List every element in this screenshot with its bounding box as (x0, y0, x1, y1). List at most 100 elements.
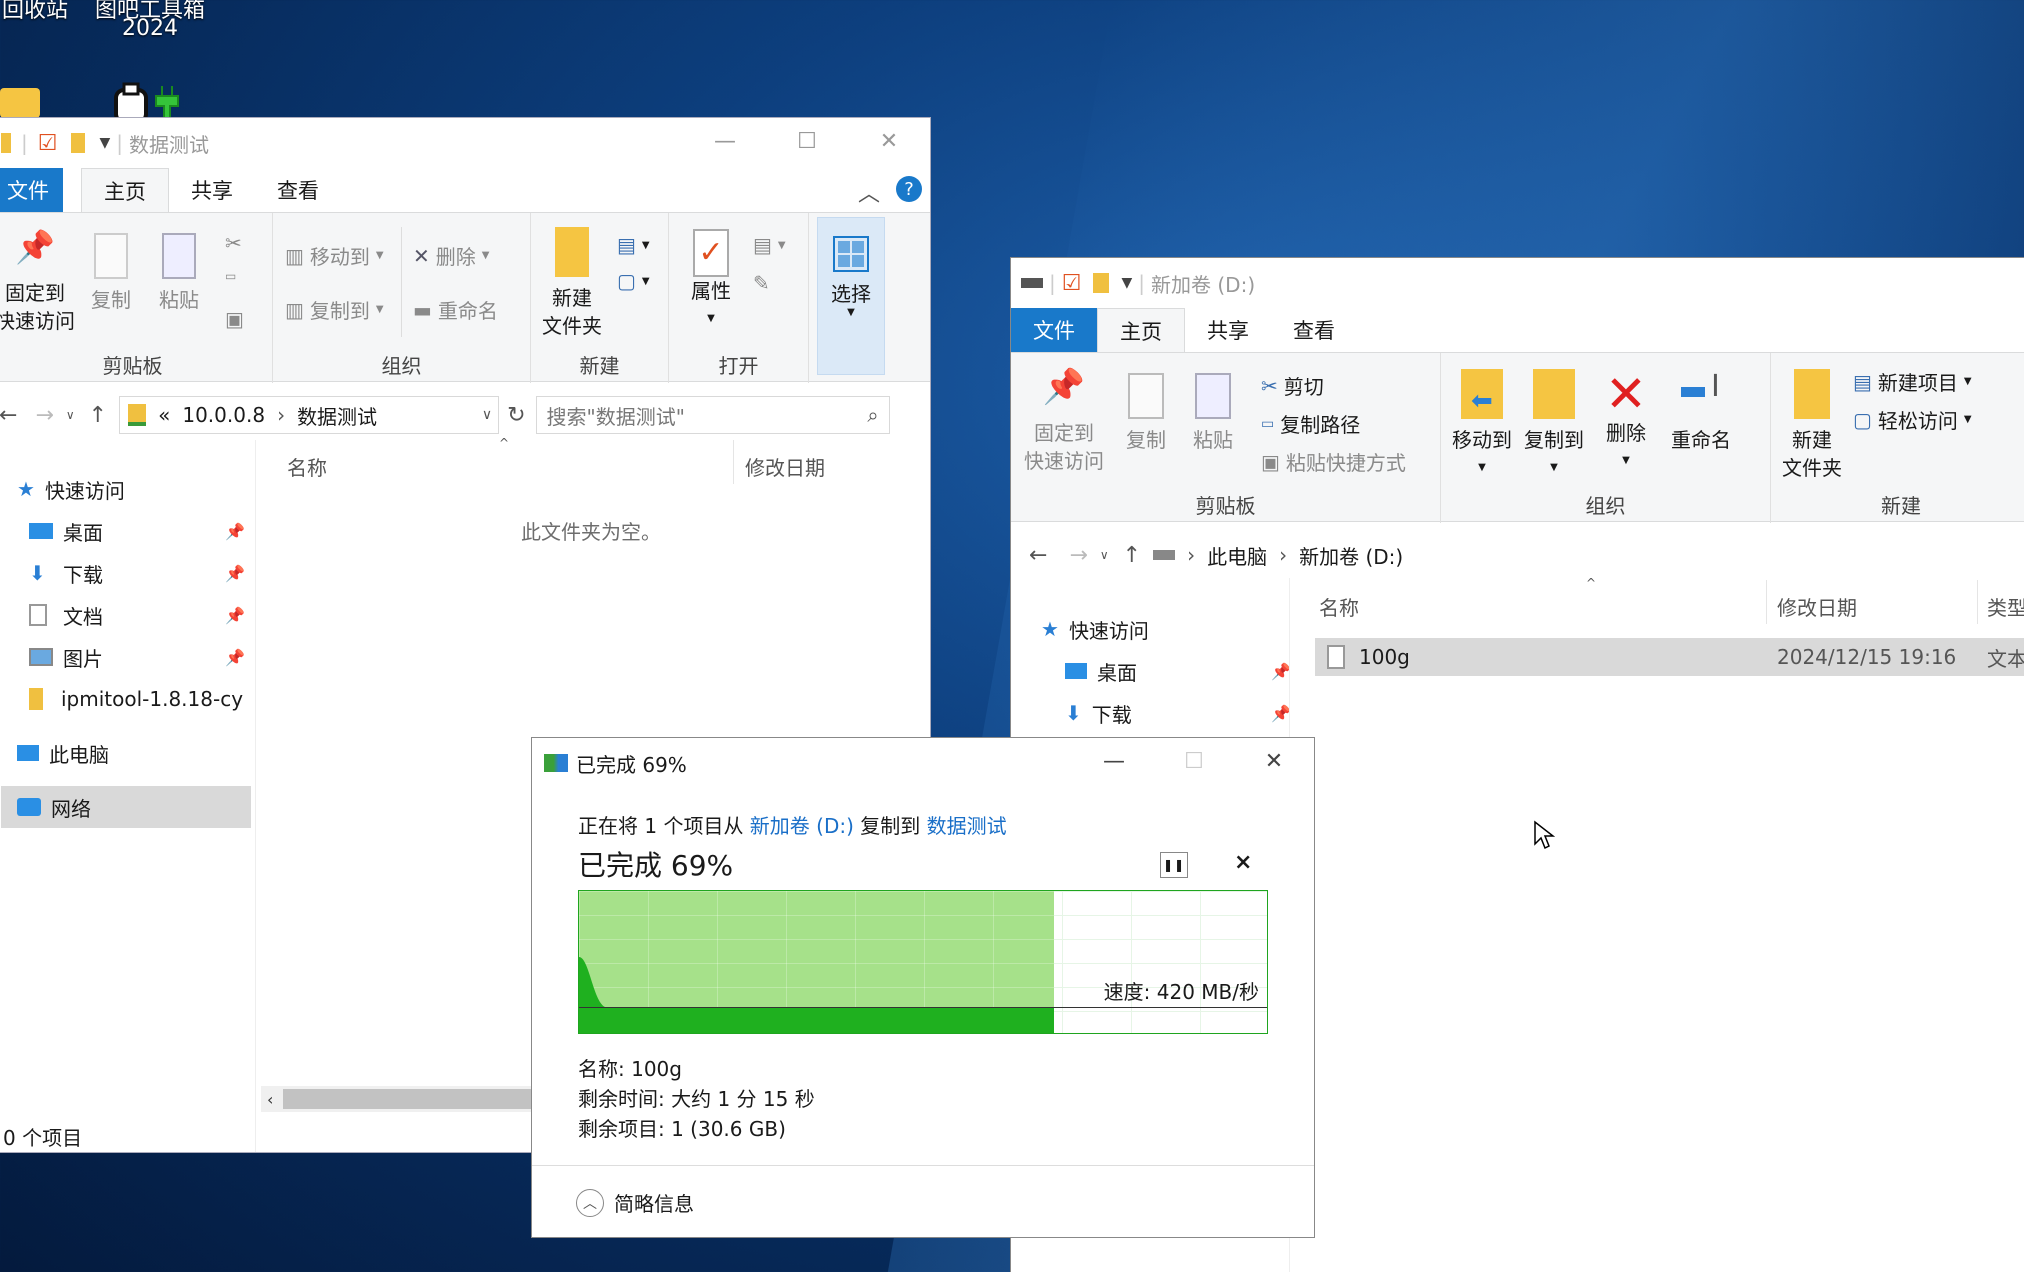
nav-this-pc[interactable]: 此电脑 (1, 732, 251, 774)
copy-to-button[interactable]: ▥ 复制到 ▼ (285, 295, 384, 324)
pin-quick-access-button[interactable]: 📌 固定到 快速访问 (1019, 370, 1109, 475)
new-item-button[interactable]: ▤ ▼ (617, 233, 650, 257)
recent-dropdown-icon[interactable]: ∨ (1100, 548, 1109, 562)
move-to-button[interactable]: ▥ 移动到 ▼ (285, 241, 384, 270)
folder-icon[interactable] (1093, 273, 1110, 293)
breadcrumb-item[interactable]: 新加卷 (D:) (1299, 541, 1403, 570)
title-bar[interactable]: | ☑ ▼ | 新加卷 (D:) (1011, 258, 2024, 308)
column-header-name[interactable]: 名称 (287, 452, 327, 481)
copy-path-button[interactable]: ▭ 复制路径 (1261, 409, 1360, 438)
refresh-icon[interactable]: ↻ (507, 403, 525, 428)
minimize-button[interactable]: — (684, 118, 766, 164)
cut-button[interactable]: ✂ (225, 231, 242, 255)
edit-button[interactable]: ✎ (753, 271, 770, 295)
maximize-button[interactable]: ☐ (1154, 738, 1234, 784)
address-dropdown-icon[interactable]: ∨ (482, 407, 492, 423)
breadcrumb-item[interactable]: 10.0.0.8 (182, 403, 265, 427)
copy-progress-dialog[interactable]: 已完成 69% — ☐ ✕ 正在将 1 个项目从 新加卷 (D:) 复制到 数据… (531, 737, 1315, 1238)
cancel-copy-button[interactable]: × (1234, 850, 1252, 875)
up-icon[interactable]: ↑ (89, 403, 107, 428)
minimize-button[interactable]: — (1074, 738, 1154, 784)
address-bar[interactable]: « 10.0.0.8 › 数据测试 ∨ (119, 396, 500, 434)
column-header-date[interactable]: 修改日期 (1777, 592, 1857, 621)
tab-file[interactable]: 文件 (1011, 308, 1097, 352)
easy-access-button[interactable]: ▢ ▼ (617, 269, 650, 293)
cut-button[interactable]: ✂ 剪切 (1261, 371, 1324, 400)
help-icon[interactable]: ? (896, 176, 922, 202)
qat-dropdown-icon[interactable]: ▼ (1121, 275, 1132, 291)
nav-quick-access[interactable]: ★ 快速访问 (1, 468, 251, 510)
properties-icon[interactable]: ☑ (1062, 271, 1082, 296)
move-to-button[interactable]: ⬅ 移动到 ▼ (1449, 369, 1515, 482)
paste-button[interactable]: 粘贴 (1183, 373, 1243, 454)
tab-home[interactable]: 主页 (1097, 308, 1185, 352)
search-input[interactable]: 搜索"数据测试" ⌕ (535, 396, 890, 434)
copy-button[interactable]: 复制 (81, 233, 141, 314)
copy-to-button[interactable]: 复制到 ▼ (1521, 369, 1587, 482)
column-header-type[interactable]: 类型 (1987, 592, 2024, 621)
new-folder-button[interactable]: 新建 文件夹 (535, 227, 609, 340)
tab-home[interactable]: 主页 (81, 168, 169, 212)
nav-item-ipmitool[interactable]: ipmitool-1.8.18-cy (1, 678, 251, 720)
new-item-button[interactable]: ▤ 新建项目 ▼ (1853, 367, 1972, 396)
breadcrumb-item[interactable]: 数据测试 (297, 401, 377, 430)
rename-button[interactable]: I 重命名 (1663, 369, 1739, 454)
copy-button[interactable]: 复制 (1116, 373, 1176, 454)
folder-icon[interactable] (71, 133, 86, 153)
open-button[interactable]: ▤ ▼ (753, 233, 786, 257)
back-icon[interactable]: ← (0, 403, 17, 428)
pause-button[interactable]: ❚❚ (1160, 852, 1188, 878)
paste-button[interactable]: 粘贴 (149, 233, 209, 314)
column-header-date[interactable]: 修改日期 (745, 452, 825, 481)
nav-quick-access[interactable]: ★ 快速访问 (1041, 608, 1291, 650)
nav-item-downloads[interactable]: ⬇ 下载 📌 (1041, 692, 1291, 734)
pin-quick-access-button[interactable]: 📌 固定到 快速访问 (0, 231, 75, 335)
qat-dropdown-icon[interactable]: ▼ (99, 135, 110, 151)
source-link[interactable]: 新加卷 (D:) (750, 814, 854, 838)
title-bar[interactable]: | ☑ ▼ | 数据测试 — ☐ ✕ (0, 118, 930, 168)
close-button[interactable]: ✕ (1234, 738, 1314, 784)
fewer-details-button[interactable]: ︿ 简略信息 (576, 1188, 694, 1217)
forward-icon[interactable]: → (1069, 543, 1087, 568)
scroll-thumb[interactable] (283, 1089, 534, 1109)
tab-share[interactable]: 共享 (1185, 308, 1271, 352)
nav-network[interactable]: 网络 (1, 786, 251, 828)
column-header-name[interactable]: 名称 (1319, 592, 1359, 621)
easy-access-button[interactable]: ▢ 轻松访问 ▼ (1853, 405, 1972, 434)
tab-view[interactable]: 查看 (255, 168, 341, 212)
select-button[interactable]: 选择 ▼ (817, 217, 885, 375)
toolbox-icon[interactable] (112, 82, 188, 124)
nav-item-pictures[interactable]: 图片 📌 (1, 636, 251, 678)
recent-dropdown-icon[interactable]: ∨ (66, 408, 75, 422)
forward-icon[interactable]: → (35, 403, 53, 428)
tab-file[interactable]: 文件 (0, 168, 63, 212)
scroll-left-icon[interactable]: ‹ (267, 1090, 273, 1109)
delete-button[interactable]: ✕ 删除 ▼ (413, 241, 489, 270)
recycle-bin-icon[interactable] (0, 88, 40, 118)
paste-shortcut-button[interactable]: ▣ 粘贴快捷方式 (1261, 447, 1406, 476)
paste-shortcut-button[interactable]: ▣ (225, 307, 244, 331)
delete-button[interactable]: ✕ 删除 ▼ (1596, 369, 1656, 475)
properties-button[interactable]: ✓ 属性 ▼ (679, 229, 743, 333)
nav-item-desktop[interactable]: 桌面 📌 (1041, 650, 1291, 692)
up-icon[interactable]: ↑ (1123, 543, 1141, 568)
back-icon[interactable]: ← (1029, 543, 1047, 568)
desktop-icon-label[interactable]: 回收站 (0, 0, 70, 24)
nav-item-downloads[interactable]: ⬇ 下载 📌 (1, 552, 251, 594)
collapse-ribbon-icon[interactable]: ︿ (858, 176, 880, 208)
close-button[interactable]: ✕ (848, 118, 930, 164)
maximize-button[interactable]: ☐ (766, 118, 848, 164)
tab-view[interactable]: 查看 (1271, 308, 1357, 352)
nav-item-documents[interactable]: 文档 📌 (1, 594, 251, 636)
properties-icon[interactable]: ☑ (38, 131, 58, 156)
rename-button[interactable]: ▬ 重命名 (413, 295, 498, 324)
destination-link[interactable]: 数据测试 (927, 814, 1007, 838)
breadcrumb-item[interactable]: 此电脑 (1207, 541, 1267, 570)
nav-item-desktop[interactable]: 桌面 📌 (1, 510, 251, 552)
dialog-title-bar[interactable]: 已完成 69% — ☐ ✕ (532, 738, 1314, 788)
tab-share[interactable]: 共享 (169, 168, 255, 212)
breadcrumb[interactable]: › 此电脑 › 新加卷 (D:) (1153, 541, 1403, 570)
copy-path-button[interactable]: ▭ (225, 269, 236, 283)
file-row[interactable]: 100g 2024/12/15 19:16 文本 (1315, 638, 2024, 676)
new-folder-button[interactable]: 新建 文件夹 (1779, 369, 1845, 482)
